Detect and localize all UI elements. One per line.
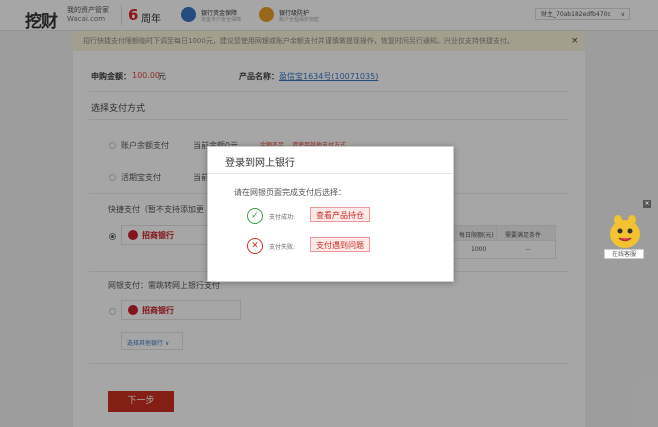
service-mascot[interactable] [606, 212, 644, 250]
dialog-prompt: 请在网银页面完成支付后选择： [234, 188, 346, 197]
x-circle-icon: ✕ [247, 238, 263, 254]
dialog-title: 登录到网上银行 [225, 158, 295, 169]
close-icon[interactable]: × [643, 200, 651, 208]
mascot-icon [610, 215, 640, 248]
view-holdings-button[interactable]: 查看产品持仓 [310, 207, 370, 222]
check-circle-icon: ✓ [247, 208, 263, 224]
divider [208, 173, 453, 174]
online-service-button[interactable]: 在线客服 [604, 249, 644, 259]
fail-label: 支付失败: [269, 244, 296, 251]
success-label: 支付成功: [269, 214, 296, 221]
bank-login-dialog: 登录到网上银行 请在网银页面完成支付后选择： ✓ 支付成功: 查看产品持仓 ✕ … [207, 146, 454, 282]
payment-problem-button[interactable]: 支付遇到问题 [310, 237, 370, 252]
